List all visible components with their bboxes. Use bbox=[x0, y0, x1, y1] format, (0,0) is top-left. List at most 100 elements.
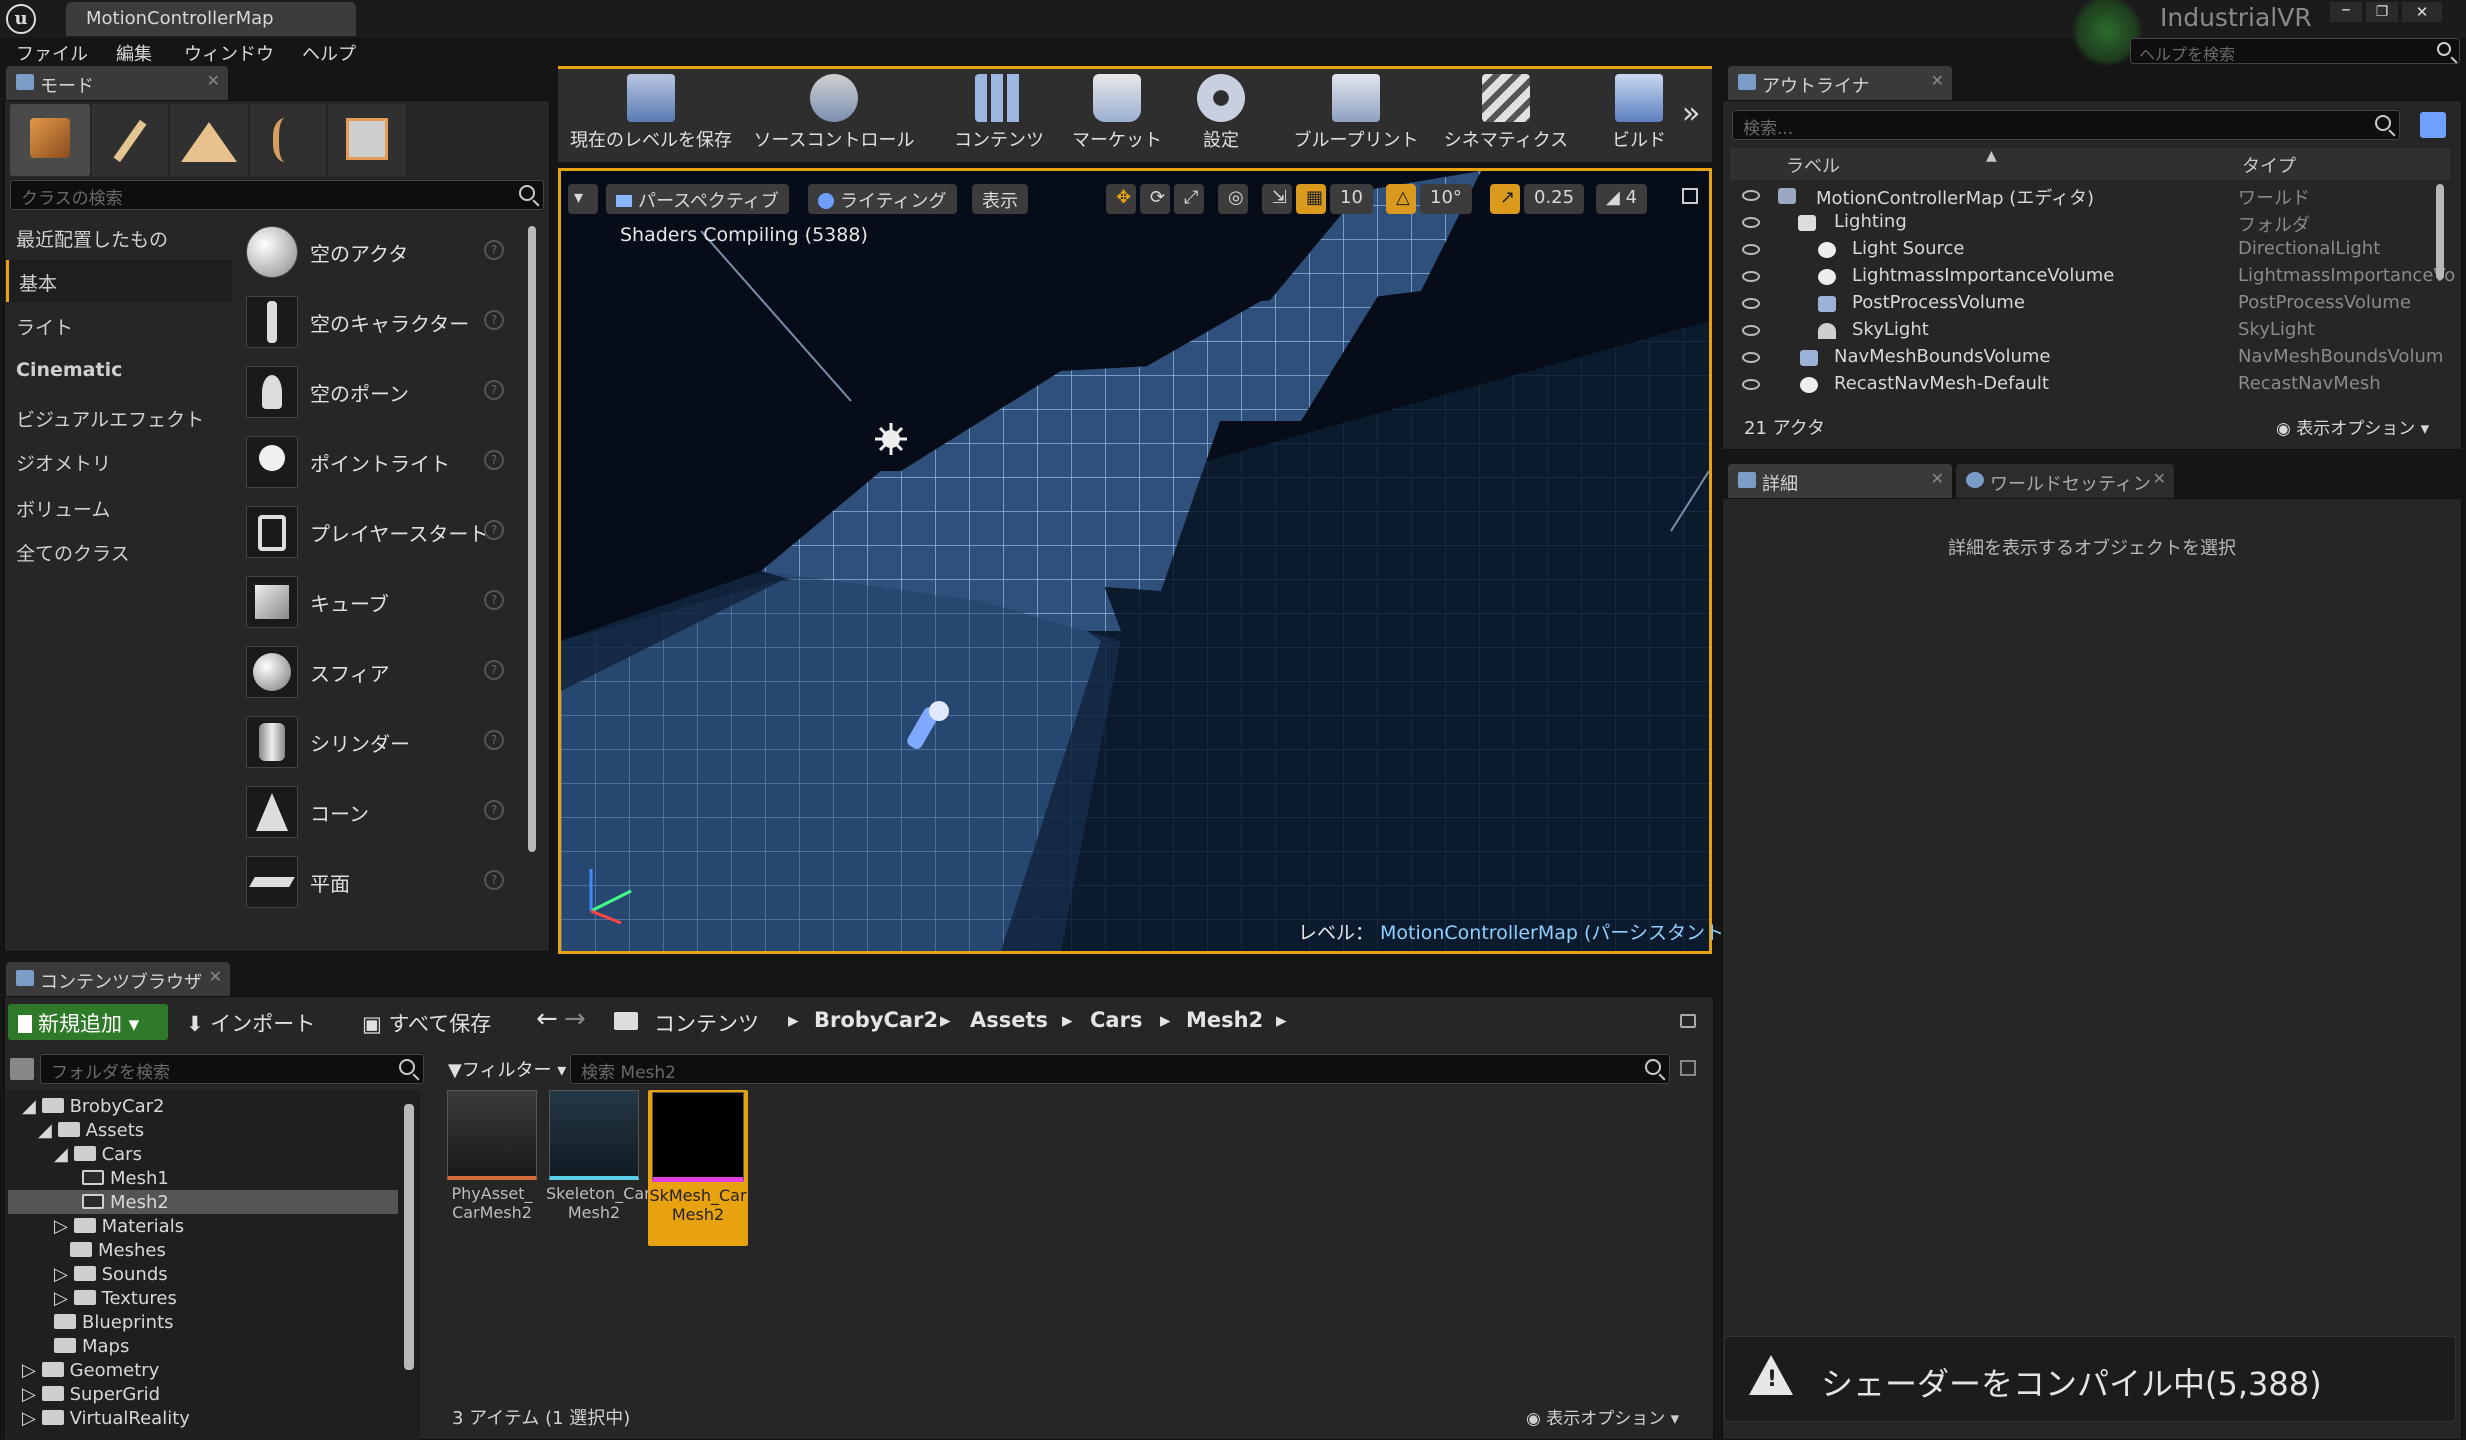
breadcrumb-mesh2[interactable]: Mesh2 bbox=[1186, 1008, 1263, 1032]
place-sphere[interactable]: スフィア? bbox=[240, 640, 520, 704]
menu-edit[interactable]: 編集 bbox=[116, 40, 152, 66]
folder-tree-scrollbar[interactable] bbox=[404, 1104, 414, 1370]
level-tab[interactable]: MotionControllerMap bbox=[66, 2, 356, 36]
rotate-tool-button[interactable]: ⟳ bbox=[1140, 184, 1170, 214]
help-icon[interactable]: ? bbox=[484, 380, 504, 400]
mode-landscape-icon[interactable] bbox=[170, 104, 248, 176]
tree-item-brobycar2[interactable]: ◢ BrobyCar2 bbox=[22, 1096, 164, 1120]
outliner-row-navmesh-bounds[interactable]: NavMeshBoundsVolume NavMeshBoundsVolum bbox=[1730, 346, 2448, 373]
tree-item-mesh2[interactable]: Mesh2 bbox=[82, 1192, 169, 1216]
breadcrumb-assets[interactable]: Assets bbox=[970, 1008, 1048, 1032]
outliner-row-light-source[interactable]: Light Source DirectionalLight bbox=[1730, 238, 2448, 265]
tree-item-sounds[interactable]: ▷ Sounds bbox=[54, 1264, 168, 1288]
breadcrumb-cars[interactable]: Cars bbox=[1090, 1008, 1142, 1032]
asset-skeleton[interactable]: Skeleton_Car Mesh2 bbox=[546, 1090, 651, 1240]
help-icon[interactable]: ? bbox=[484, 660, 504, 680]
help-icon[interactable]: ? bbox=[484, 520, 504, 540]
add-new-button[interactable]: 新規追加 ▾ bbox=[8, 1004, 168, 1040]
close-tab-icon[interactable]: ✕ bbox=[1931, 71, 1944, 90]
forward-arrow-icon[interactable]: → bbox=[564, 1004, 586, 1034]
grid-snap-value[interactable]: 10 bbox=[1330, 184, 1373, 214]
menu-help[interactable]: ヘルプ bbox=[302, 40, 356, 66]
tree-item-materials[interactable]: ▷ Materials bbox=[54, 1216, 184, 1240]
category-recent[interactable]: 最近配置したもの bbox=[6, 216, 232, 258]
save-all-button[interactable]: ▣ すべて保存 bbox=[362, 1008, 491, 1038]
modes-scrollbar[interactable] bbox=[528, 226, 536, 852]
tree-item-virtualreality[interactable]: ▷ VirtualReality bbox=[22, 1408, 190, 1432]
close-tab-icon[interactable]: ✕ bbox=[209, 967, 222, 986]
content-button[interactable]: コンテンツ bbox=[944, 70, 1054, 158]
filter-button[interactable]: ▼フィルター ▾ bbox=[448, 1056, 566, 1082]
close-button[interactable]: ✕ bbox=[2402, 2, 2442, 22]
place-point-light[interactable]: ポイントライト? bbox=[240, 430, 520, 494]
menu-file[interactable]: ファイル bbox=[16, 40, 88, 66]
scale-snap-value[interactable]: 0.25 bbox=[1524, 184, 1585, 214]
folder-search-input[interactable]: フォルダを検索 bbox=[40, 1054, 424, 1084]
category-volumes[interactable]: ボリューム bbox=[6, 486, 232, 528]
cinematics-button[interactable]: シネマティクス bbox=[1436, 70, 1576, 158]
tree-item-maps[interactable]: Maps bbox=[54, 1336, 129, 1360]
help-icon[interactable]: ? bbox=[484, 310, 504, 330]
camera-speed-button[interactable]: ◢ 4 bbox=[1596, 184, 1648, 214]
asset-physics-asset[interactable]: PhyAsset_ CarMesh2 bbox=[444, 1090, 540, 1240]
mode-paint-icon[interactable] bbox=[92, 104, 168, 176]
build-button[interactable]: ビルド bbox=[1594, 70, 1684, 158]
tree-item-mesh1[interactable]: Mesh1 bbox=[82, 1168, 169, 1192]
mode-foliage-icon[interactable] bbox=[250, 104, 326, 176]
toolbar-overflow-icon[interactable]: » bbox=[1682, 96, 1700, 131]
minimize-button[interactable]: – bbox=[2330, 0, 2362, 22]
tree-item-assets[interactable]: ◢ Assets bbox=[38, 1120, 144, 1144]
help-icon[interactable]: ? bbox=[484, 590, 504, 610]
maximize-viewport-icon[interactable] bbox=[1682, 188, 1698, 204]
tree-item-textures[interactable]: ▷ Textures bbox=[54, 1288, 177, 1312]
place-empty-pawn[interactable]: 空のポーン? bbox=[240, 360, 520, 424]
asset-search-input[interactable]: 検索 Mesh2 bbox=[570, 1054, 1670, 1084]
modes-tab[interactable]: モード ✕ bbox=[6, 66, 228, 100]
source-control-button[interactable]: ソースコントロール bbox=[744, 70, 924, 158]
close-tab-icon[interactable]: ✕ bbox=[2153, 469, 2166, 488]
scale-snap-icon[interactable]: ↗ bbox=[1490, 184, 1520, 214]
category-lights[interactable]: ライト bbox=[6, 304, 232, 346]
category-cinematic[interactable]: Cinematic bbox=[6, 350, 232, 392]
class-search-input[interactable]: クラスの検索 bbox=[10, 180, 544, 210]
blueprint-button[interactable]: ブループリント bbox=[1276, 70, 1436, 158]
menu-window[interactable]: ウィンドウ bbox=[184, 40, 274, 66]
outliner-view-options[interactable]: ◉ 表示オプション ▾ bbox=[2276, 414, 2429, 439]
back-arrow-icon[interactable]: ← bbox=[536, 1004, 558, 1034]
category-basic[interactable]: 基本 bbox=[6, 260, 232, 302]
outliner-row-world[interactable]: MotionControllerMap (エディタ) ワールド bbox=[1730, 184, 2448, 211]
maximize-button[interactable]: ❐ bbox=[2366, 2, 2398, 22]
lock-icon[interactable] bbox=[1680, 1014, 1696, 1028]
save-level-button[interactable]: 現在のレベルを保存 bbox=[566, 70, 736, 158]
lighting-button[interactable]: ライティング bbox=[808, 184, 957, 214]
settings-button[interactable]: 設定 bbox=[1176, 70, 1266, 158]
breadcrumb-content[interactable]: コンテンツ bbox=[654, 1008, 759, 1038]
place-cylinder[interactable]: シリンダー? bbox=[240, 710, 520, 774]
help-icon[interactable]: ? bbox=[484, 800, 504, 820]
place-plane[interactable]: 平面? bbox=[240, 850, 520, 914]
category-all-classes[interactable]: 全てのクラス bbox=[6, 530, 232, 572]
asset-skeletal-mesh-selected[interactable]: SkMesh_Car Mesh2 bbox=[648, 1090, 748, 1246]
breadcrumb-brobycar2[interactable]: BrobyCar2 bbox=[814, 1008, 938, 1032]
place-empty-character[interactable]: 空のキャラクター? bbox=[240, 290, 520, 354]
perspective-button[interactable]: パースペクティブ bbox=[606, 184, 789, 214]
scale-tool-button[interactable]: ⤢ bbox=[1174, 184, 1204, 214]
outliner-tab[interactable]: アウトライナ ✕ bbox=[1728, 66, 1952, 100]
surface-snap-button[interactable]: ⇲ bbox=[1262, 184, 1292, 214]
place-cube[interactable]: キューブ? bbox=[240, 570, 520, 634]
content-view-options[interactable]: ◉ 表示オプション ▾ bbox=[1526, 1404, 1679, 1429]
level-viewport[interactable] bbox=[558, 168, 1712, 954]
column-label-header[interactable]: ラベル bbox=[1786, 152, 1840, 178]
show-button[interactable]: 表示 bbox=[972, 184, 1028, 214]
category-visual-effects[interactable]: ビジュアルエフェクト bbox=[6, 396, 232, 438]
tree-item-geometry[interactable]: ▷ Geometry bbox=[22, 1360, 159, 1384]
save-search-icon[interactable] bbox=[1680, 1060, 1696, 1076]
tree-item-meshes[interactable]: Meshes bbox=[70, 1240, 166, 1264]
help-icon[interactable]: ? bbox=[484, 240, 504, 260]
place-cone[interactable]: コーン? bbox=[240, 780, 520, 844]
close-tab-icon[interactable]: ✕ bbox=[1931, 469, 1944, 488]
tree-item-supergrid[interactable]: ▷ SuperGrid bbox=[22, 1384, 160, 1408]
help-icon[interactable]: ? bbox=[484, 730, 504, 750]
folder-tree-toggle-icon[interactable] bbox=[10, 1058, 34, 1080]
details-tab[interactable]: 詳細 ✕ bbox=[1728, 464, 1952, 498]
